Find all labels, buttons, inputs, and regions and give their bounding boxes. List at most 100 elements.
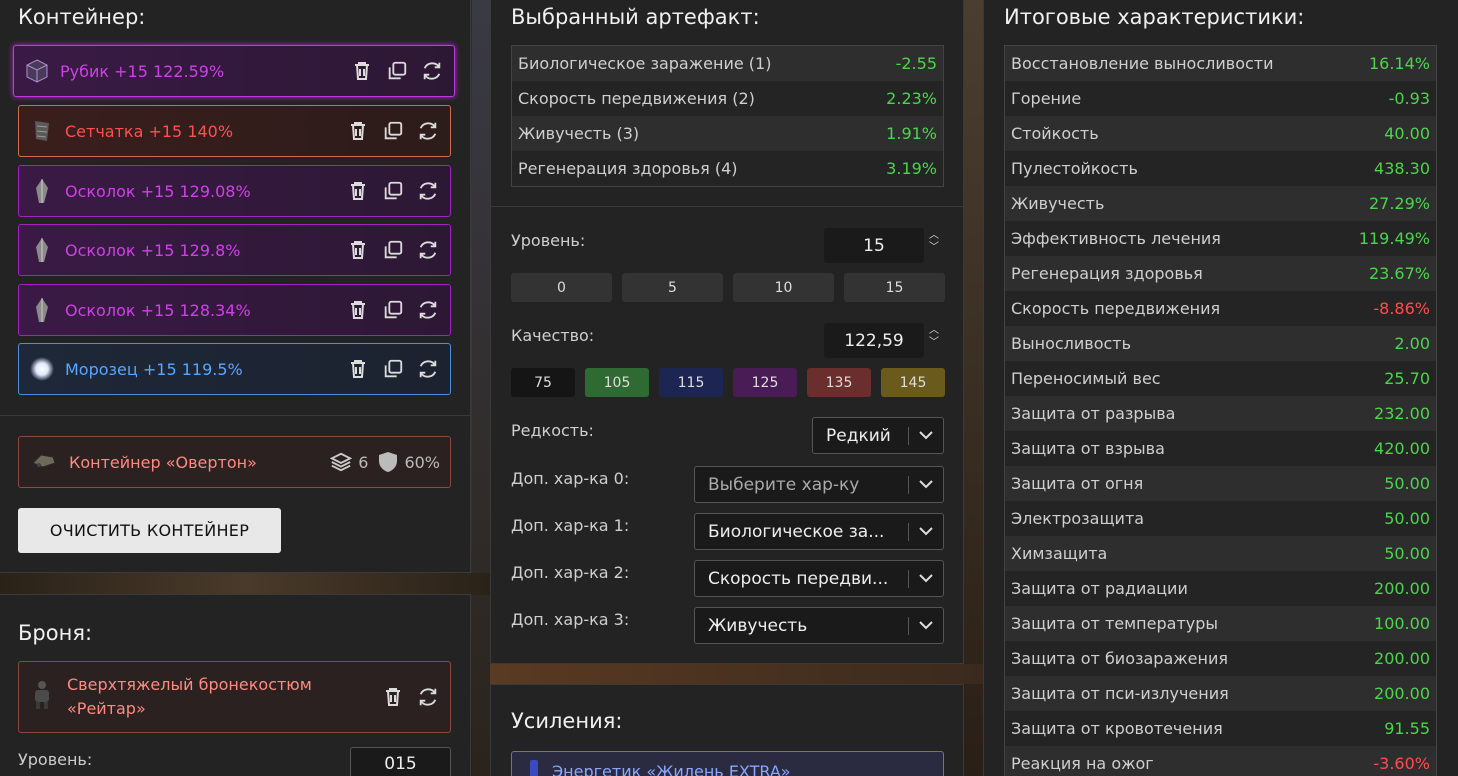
total-value: 119.49%	[1358, 229, 1430, 248]
container-name: Контейнер «Овертон»	[69, 452, 257, 472]
extra-stat-select[interactable]: Биологическое за...	[694, 513, 944, 550]
selected-artifact-panel: Выбранный артефакт: Биологическое зараже…	[490, 0, 964, 664]
stat-row: Регенерация здоровья (4) 3.19%	[512, 151, 943, 186]
quality-preset-button[interactable]: 135	[807, 368, 871, 397]
total-value: 232.00	[1374, 404, 1430, 423]
extra-stat-value: Скорость передви...	[708, 568, 889, 589]
total-name: Живучесть	[1011, 194, 1105, 213]
total-row: Защита от огня 50.00	[1005, 466, 1436, 501]
artifact-item[interactable]: Морозец +15 119.5%	[18, 343, 451, 395]
quality-preset-button[interactable]: 125	[733, 368, 797, 397]
artifact-item[interactable]: Рубик +15 122.59%	[13, 45, 455, 97]
clear-container-button[interactable]: ОЧИСТИТЬ КОНТЕЙНЕР	[18, 508, 281, 553]
total-value: 420.00	[1374, 439, 1430, 458]
trash-icon[interactable]	[380, 685, 405, 710]
trash-icon[interactable]	[345, 238, 370, 263]
refresh-icon[interactable]	[415, 298, 440, 323]
copy-icon[interactable]	[380, 357, 405, 382]
total-name: Электрозащита	[1011, 509, 1145, 528]
copy-icon[interactable]	[380, 298, 405, 323]
trash-icon[interactable]	[349, 59, 374, 84]
armor-actions	[380, 685, 440, 710]
shard-icon	[29, 297, 55, 323]
artifact-actions	[345, 179, 440, 204]
total-value: 100.00	[1374, 614, 1430, 633]
total-row: Стойкость 40.00	[1005, 116, 1436, 151]
total-row: Защита от радиации 200.00	[1005, 571, 1436, 606]
level-input[interactable]: 15	[824, 228, 924, 263]
artifact-name: Рубик +15 122.59%	[60, 61, 225, 81]
total-row: Защита от взрыва 420.00	[1005, 431, 1436, 466]
refresh-icon[interactable]	[415, 685, 440, 710]
copy-icon[interactable]	[380, 179, 405, 204]
total-row: Переносимый вес 25.70	[1005, 361, 1436, 396]
refresh-icon[interactable]	[419, 59, 444, 84]
quality-preset-button[interactable]: 145	[881, 368, 945, 397]
boosts-title: Усиления:	[511, 709, 623, 733]
divider	[0, 415, 471, 416]
artifact-name: Морозец +15 119.5%	[65, 359, 243, 379]
chevron-down-icon[interactable]: ﹀	[929, 242, 941, 254]
boost-card[interactable]: Энергетик «Жилень EXTRA»	[511, 751, 944, 776]
rarity-select[interactable]: Редкий	[812, 417, 944, 454]
total-value: 50.00	[1384, 544, 1430, 563]
trash-icon[interactable]	[345, 357, 370, 382]
container-card[interactable]: Контейнер «Овертон» 6 60%	[18, 436, 451, 488]
chevron-up-icon[interactable]: ︿	[929, 325, 941, 337]
total-value: -3.60%	[1373, 754, 1430, 773]
total-name: Реакция на ожог	[1011, 754, 1154, 773]
extra-stat-select[interactable]: Скорость передви...	[694, 560, 944, 597]
armor-level-input[interactable]: 015	[350, 747, 451, 776]
copy-icon[interactable]	[384, 59, 409, 84]
quality-preset-button[interactable]: 115	[659, 368, 723, 397]
extra-stat-value: Живучесть	[708, 615, 808, 636]
total-name: Химзащита	[1011, 544, 1108, 563]
refresh-icon[interactable]	[415, 119, 440, 144]
quality-preset-button[interactable]: 75	[511, 368, 575, 397]
refresh-icon[interactable]	[415, 357, 440, 382]
trash-icon[interactable]	[345, 119, 370, 144]
quality-spinner[interactable]: ︿ ﹀	[929, 325, 941, 349]
level-preset-button[interactable]: 5	[622, 273, 723, 302]
total-name: Стойкость	[1011, 124, 1099, 143]
total-value: 438.30	[1374, 159, 1430, 178]
level-preset-button[interactable]: 10	[733, 273, 834, 302]
trash-icon[interactable]	[345, 298, 370, 323]
refresh-icon[interactable]	[415, 179, 440, 204]
stat-value: 2.23%	[886, 89, 937, 108]
quality-input[interactable]: 122,59	[824, 323, 924, 358]
mesh-icon	[29, 118, 55, 144]
artifact-actions	[345, 357, 440, 382]
extra-stat-select[interactable]: Выберите хар-ку	[694, 466, 944, 503]
level-spinner[interactable]: ︿ ﹀	[929, 230, 941, 254]
total-name: Защита от пси-излучения	[1011, 684, 1229, 703]
stat-name: Биологическое заражение (1)	[518, 54, 772, 73]
level-preset-button[interactable]: 15	[844, 273, 945, 302]
chevron-down-icon	[909, 480, 943, 489]
extra-stat-label: Доп. хар-ка 2:	[511, 563, 630, 582]
chevron-down-icon	[909, 527, 943, 536]
artifact-item[interactable]: Сетчатка +15 140%	[18, 105, 451, 157]
copy-icon[interactable]	[380, 238, 405, 263]
armor-card[interactable]: Сверхтяжелый бронекостюм «Рейтар»	[18, 661, 451, 733]
total-value: 2.00	[1394, 334, 1430, 353]
armor-panel: Броня: Сверхтяжелый бронекостюм «Рейтар»…	[0, 594, 471, 776]
artifact-actions	[349, 59, 444, 84]
artifact-item[interactable]: Осколок +15 128.34%	[18, 284, 451, 336]
copy-icon[interactable]	[380, 119, 405, 144]
artifact-item[interactable]: Осколок +15 129.8%	[18, 224, 451, 276]
quality-preset-button[interactable]: 105	[585, 368, 649, 397]
chevron-up-icon[interactable]: ︿	[929, 230, 941, 242]
trash-icon[interactable]	[345, 179, 370, 204]
stat-value: 1.91%	[886, 124, 937, 143]
artifact-name: Осколок +15 129.8%	[65, 240, 241, 260]
selected-title: Выбранный артефакт:	[511, 5, 760, 29]
chevron-down-icon[interactable]: ﹀	[929, 337, 941, 349]
extra-stat-select[interactable]: Живучесть	[694, 607, 944, 644]
total-value: 16.14%	[1368, 54, 1430, 73]
level-preset-button[interactable]: 0	[511, 273, 612, 302]
quality-label: Качество:	[511, 326, 595, 345]
artifact-item[interactable]: Осколок +15 129.08%	[18, 165, 451, 217]
chevron-down-icon	[909, 574, 943, 583]
refresh-icon[interactable]	[415, 238, 440, 263]
